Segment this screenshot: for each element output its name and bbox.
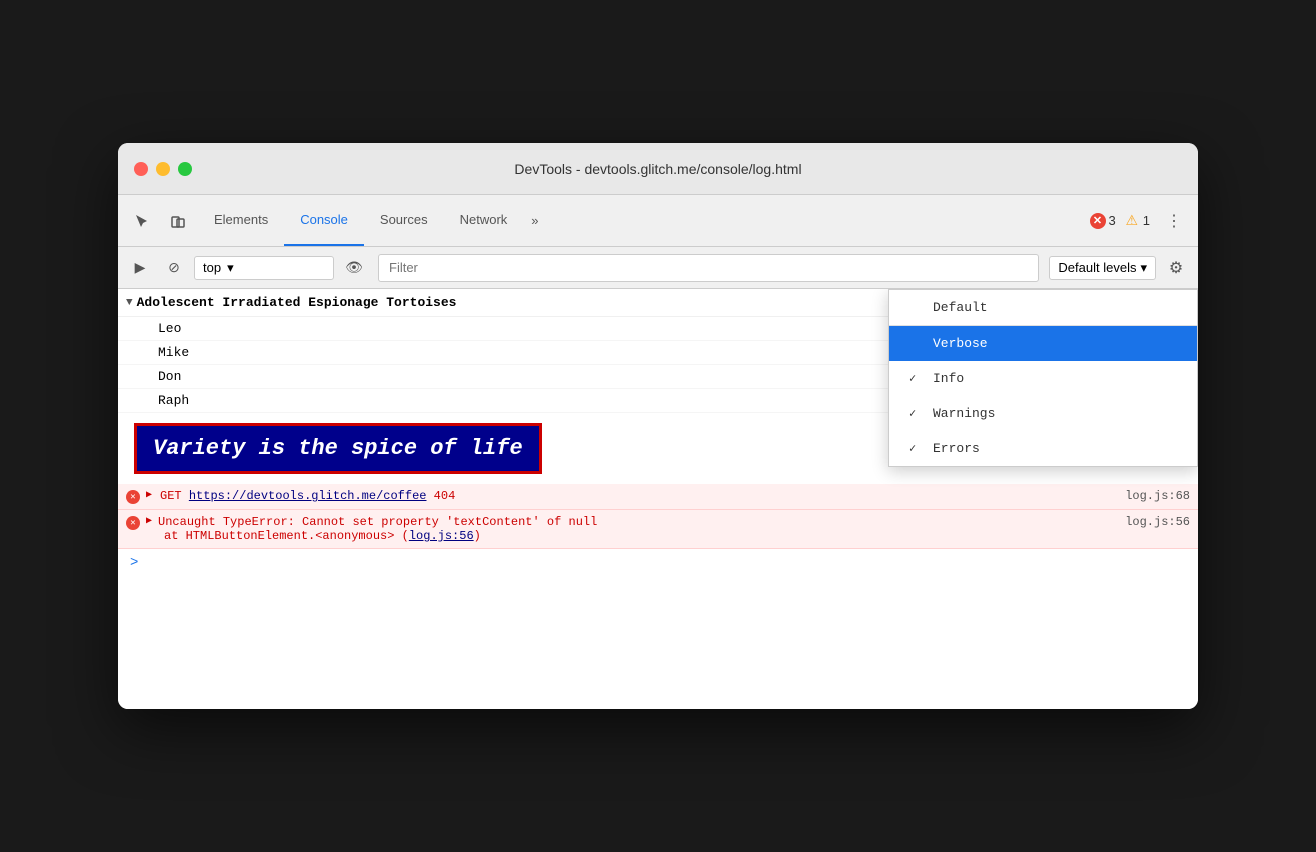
check-info-icon: ✓ (909, 371, 925, 386)
error-row-1: ✕ ▶ GET https://devtools.glitch.me/coffe… (118, 484, 1198, 510)
maximize-button[interactable] (178, 162, 192, 176)
run-icon[interactable]: ▶ (126, 254, 154, 282)
dropdown-item-verbose[interactable]: Verbose (889, 326, 1197, 361)
toolbar-right: ✕ 3 ⚠ 1 ⋮ (1090, 205, 1190, 237)
more-options-icon[interactable]: ⋮ (1158, 205, 1190, 237)
filter-input[interactable] (378, 254, 1039, 282)
error-row-2: ✕ ▶ Uncaught TypeError: Cannot set prope… (118, 510, 1198, 549)
error-icon: ✕ (1090, 213, 1106, 229)
console-prompt[interactable]: > (118, 549, 1198, 577)
error-link-1[interactable]: https://devtools.glitch.me/coffee (189, 489, 427, 503)
levels-label: Default levels (1058, 260, 1136, 275)
console-toolbar: ▶ ⊘ top ▾ 👁 Default levels ▾ ⚙ (118, 247, 1198, 289)
warning-icon: ⚠ (1124, 213, 1140, 229)
dropdown-label-info: Info (933, 371, 964, 386)
device-toolbar-icon[interactable] (162, 205, 194, 237)
dropdown-label-default: Default (933, 300, 988, 315)
dropdown-item-errors[interactable]: ✓ Errors (889, 431, 1197, 466)
tab-network[interactable]: Network (444, 195, 524, 246)
warning-badge: ⚠ 1 (1124, 213, 1150, 229)
check-errors-icon: ✓ (909, 441, 925, 456)
expand-error-icon[interactable]: ▶ (146, 489, 152, 501)
context-chevron-icon: ▾ (227, 260, 234, 276)
group-title: Adolescent Irradiated Espionage Tortoise… (137, 295, 457, 310)
settings-icon[interactable]: ⚙ (1162, 254, 1190, 282)
traffic-lights (134, 162, 192, 176)
error-inner-2: ▶ Uncaught TypeError: Cannot set propert… (146, 515, 1190, 543)
levels-button[interactable]: Default levels ▾ (1049, 256, 1156, 280)
dropdown-item-info[interactable]: ✓ Info (889, 361, 1197, 396)
dropdown-label-errors: Errors (933, 441, 980, 456)
error-link-2[interactable]: log.js:56 (409, 529, 474, 543)
tab-sources[interactable]: Sources (364, 195, 444, 246)
window-title: DevTools - devtools.glitch.me/console/lo… (514, 161, 801, 177)
tab-elements[interactable]: Elements (198, 195, 284, 246)
error-text-2: Uncaught TypeError: Cannot set property … (158, 515, 1119, 529)
error-inner-1: ▶ GET https://devtools.glitch.me/coffee … (146, 489, 1190, 503)
dropdown-item-default[interactable]: Default (889, 290, 1197, 325)
levels-chevron-icon: ▾ (1140, 260, 1147, 276)
expand-icon[interactable]: ▼ (126, 297, 133, 309)
dropdown-label-verbose: Verbose (933, 336, 988, 351)
levels-dropdown: Default Verbose ✓ Info ✓ Warnings ✓ Erro… (888, 289, 1198, 467)
minimize-button[interactable] (156, 162, 170, 176)
error-count: 3 (1109, 213, 1116, 228)
error-icon-2: ✕ (126, 516, 140, 530)
titlebar: DevTools - devtools.glitch.me/console/lo… (118, 143, 1198, 195)
variety-banner: Variety is the spice of life (134, 423, 542, 474)
close-button[interactable] (134, 162, 148, 176)
context-value: top (203, 260, 221, 275)
console-content: ▼ Adolescent Irradiated Espionage Tortoi… (118, 289, 1198, 709)
expand-error-2-icon[interactable]: ▶ (146, 515, 152, 527)
clear-icon[interactable]: ⊘ (160, 254, 188, 282)
error-line-1[interactable]: log.js:68 (1125, 489, 1190, 503)
error-icon-1: ✕ (126, 490, 140, 504)
dropdown-label-warnings: Warnings (933, 406, 995, 421)
error-line-2[interactable]: log.js:56 (1125, 515, 1190, 529)
select-tool-icon[interactable] (126, 205, 158, 237)
error-second-line: at HTMLButtonElement.<anonymous> (log.js… (146, 529, 1190, 543)
more-tabs-button[interactable]: » (523, 213, 546, 228)
tab-bar: Elements Console Sources Network » (198, 195, 1086, 246)
eye-icon[interactable]: 👁 (340, 254, 368, 282)
main-toolbar: Elements Console Sources Network » ✕ 3 ⚠… (118, 195, 1198, 247)
tab-console[interactable]: Console (284, 195, 364, 246)
variety-text: Variety is the spice of life (153, 436, 523, 461)
error-badge: ✕ 3 (1090, 213, 1116, 229)
context-select[interactable]: top ▾ (194, 256, 334, 280)
error-text-1: GET https://devtools.glitch.me/coffee 40… (160, 489, 1117, 503)
devtools-window: DevTools - devtools.glitch.me/console/lo… (118, 143, 1198, 709)
warning-count: 1 (1143, 213, 1150, 228)
dropdown-item-warnings[interactable]: ✓ Warnings (889, 396, 1197, 431)
check-warnings-icon: ✓ (909, 406, 925, 421)
error-first-line: ▶ Uncaught TypeError: Cannot set propert… (146, 515, 1190, 529)
